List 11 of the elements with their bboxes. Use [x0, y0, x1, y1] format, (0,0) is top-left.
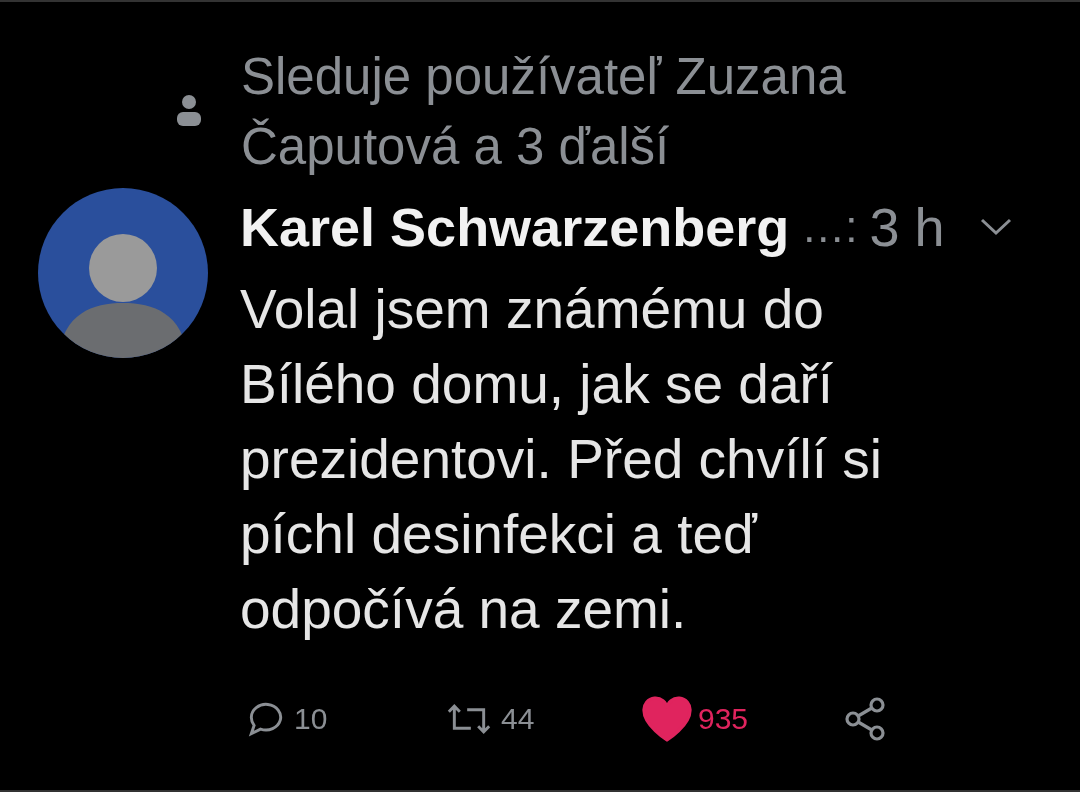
- author-name[interactable]: Karel Schwarzenberg: [240, 196, 790, 258]
- timestamp: 3 h: [869, 196, 945, 258]
- tweet-text: Volal jsem známému do Bílého domu, jak se daří prezidentovi. Před chvílí si píchl desinfekci a teď odpočívá na zemi.: [240, 277, 883, 642]
- like-count: 935: [698, 702, 749, 736]
- ellipsis: …:: [801, 202, 858, 252]
- chevron-down-icon[interactable]: [978, 217, 1013, 237]
- reply-count: 10: [294, 702, 328, 736]
- person-icon: [175, 94, 203, 128]
- retweet-count: 44: [501, 702, 535, 736]
- heart-icon[interactable]: [642, 696, 692, 742]
- social-context: Sleduje používateľ Zuzana Čaputová a 3 ďalší: [241, 47, 847, 177]
